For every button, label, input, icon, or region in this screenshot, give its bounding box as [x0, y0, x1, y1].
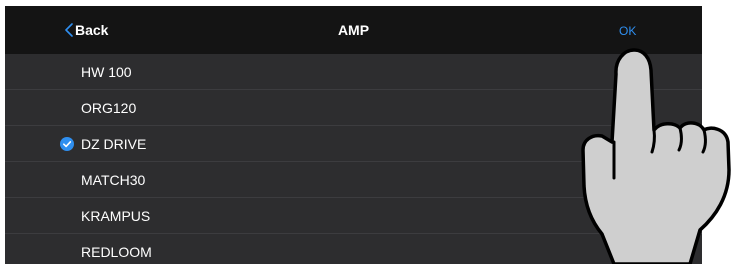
list-item-org120[interactable]: ORG120 [5, 90, 702, 126]
list-item-label: ORG120 [81, 100, 137, 116]
list-item-label: REDLOOM [81, 244, 152, 260]
list-item-hw-100[interactable]: HW 100 [5, 54, 702, 90]
list-item-label: DZ DRIVE [81, 136, 147, 152]
navigation-bar: Back AMP OK [5, 6, 702, 54]
list-item-krampus[interactable]: KRAMPUS [5, 198, 702, 234]
amp-list: HW 100 ORG120 DZ DRIVE MATCH30 KRAMPUS R… [5, 54, 702, 264]
list-item-label: HW 100 [81, 64, 132, 80]
ok-button[interactable]: OK [619, 21, 636, 41]
page-title: AMP [337, 22, 370, 38]
amp-selection-screen: Back AMP OK HW 100 ORG120 DZ DRIVE MATCH… [5, 6, 702, 264]
list-item-dz-drive[interactable]: DZ DRIVE [5, 126, 702, 162]
list-item-label: KRAMPUS [81, 208, 151, 224]
check-circle-icon [60, 137, 74, 151]
list-item-redloom[interactable]: REDLOOM [5, 234, 702, 264]
list-item-match30[interactable]: MATCH30 [5, 162, 702, 198]
list-item-label: MATCH30 [81, 172, 146, 188]
